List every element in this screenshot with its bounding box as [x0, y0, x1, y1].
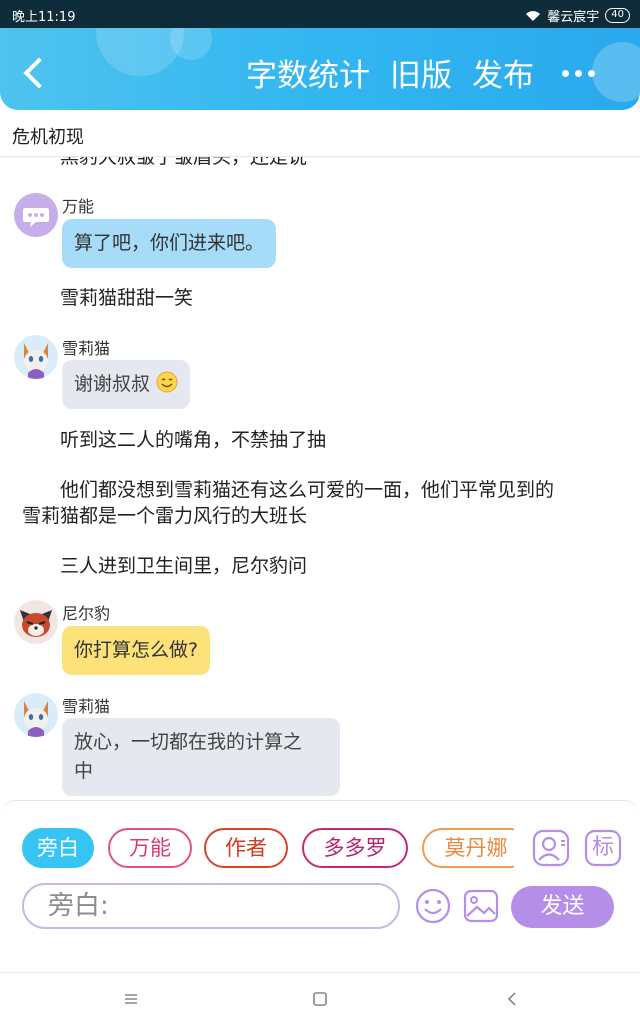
person-icon	[532, 829, 570, 867]
image-button[interactable]	[462, 887, 500, 925]
speaker-name: 雪莉猫	[62, 697, 111, 716]
smile-emoji-icon	[156, 371, 178, 393]
status-time: 晚上11:19	[12, 10, 76, 25]
speech-bubble-icon	[14, 193, 58, 237]
chat-bubble-text: 放心，一切都在我的计算之	[74, 731, 303, 753]
cat-avatar-icon	[14, 335, 58, 379]
speaker-name: 雪莉猫	[62, 339, 111, 358]
tab-wanneng[interactable]: 万能	[108, 828, 192, 868]
status-bar: 晚上11:19 馨云宸宇 40	[0, 0, 640, 28]
tag-label: 标	[591, 835, 614, 860]
tab-author[interactable]: 作者	[204, 828, 288, 868]
header-decoration	[592, 42, 640, 102]
home-icon[interactable]	[308, 987, 332, 1011]
tab-duoduoluo[interactable]: 多多罗	[302, 828, 408, 868]
publish-button[interactable]: 发布	[472, 58, 534, 94]
avatar-xuelimao[interactable]	[14, 335, 58, 379]
back-button[interactable]	[20, 56, 50, 92]
avatar-wanneng[interactable]	[14, 193, 58, 237]
dot-icon	[562, 70, 569, 77]
status-right: 馨云宸宇 40	[525, 6, 630, 25]
top-app-bar: 字数统计 旧版 发布	[0, 28, 640, 110]
tab-modanna[interactable]: 莫丹娜	[422, 828, 514, 868]
cat-avatar-icon	[14, 693, 58, 737]
chapter-title: 危机初现	[12, 127, 84, 148]
chat-bubble[interactable]: 放心，一切都在我的计算之 中	[62, 718, 340, 796]
emoji-button[interactable]	[414, 887, 452, 925]
message-input[interactable]	[22, 883, 400, 929]
dot-icon	[575, 70, 582, 77]
narration-line: 他们都没想到雪莉猫还有这么可爱的一面，他们平常见到的	[60, 479, 555, 501]
leopard-avatar-icon	[14, 600, 58, 644]
battery-icon: 40	[605, 8, 630, 23]
narration-line: 三人进到卫生间里，尼尔豹问	[60, 555, 308, 577]
avatar-nierbao[interactable]	[14, 600, 58, 644]
send-button[interactable]: 发送	[511, 886, 614, 928]
speaker-name: 尼尔豹	[62, 604, 111, 623]
story-content[interactable]: 黑豹大叔皱了皱眉头，还是说 万能 算了吧，你们进来吧。 雪莉猫甜甜一笑 雪莉猫 …	[0, 157, 640, 799]
chat-bubble[interactable]: 你打算怎么做?	[62, 626, 211, 675]
narration-line: 雪莉猫都是一个雷力风行的大班长	[22, 505, 308, 527]
back-icon[interactable]	[500, 987, 524, 1011]
tab-narration[interactable]: 旁白	[22, 828, 94, 868]
more-options-button[interactable]	[562, 70, 595, 77]
tag-button[interactable]: 标	[584, 829, 622, 867]
wifi-icon	[526, 10, 541, 21]
system-navigation-bar	[0, 972, 640, 1024]
menu-icon[interactable]	[119, 987, 143, 1011]
image-icon	[463, 889, 499, 923]
word-count-button[interactable]: 字数统计	[246, 58, 370, 94]
speaker-name: 万能	[62, 197, 95, 216]
chat-bubble-text: 谢谢叔叔	[74, 373, 151, 395]
narration-line: 听到这二人的嘴角，不禁抽了抽	[60, 429, 327, 451]
old-version-button[interactable]: 旧版	[390, 58, 452, 94]
emoji-icon	[415, 888, 451, 924]
avatar-xuelimao[interactable]	[14, 693, 58, 737]
dot-icon	[588, 70, 595, 77]
composer-panel: 旁白 万能 作者 多多罗 莫丹娜 标 发送	[0, 800, 640, 930]
narration-line: 黑豹大叔皱了皱眉头，还是说	[60, 157, 308, 168]
narration-line: 雪莉猫甜甜一笑	[60, 287, 194, 309]
character-manage-button[interactable]	[532, 829, 570, 867]
chat-bubble[interactable]: 算了吧，你们进来吧。	[62, 219, 277, 268]
chat-bubble[interactable]: 谢谢叔叔	[62, 360, 191, 409]
carrier-name: 馨云宸宇	[547, 10, 600, 25]
character-tabs[interactable]: 旁白 万能 作者 多多罗 莫丹娜	[22, 827, 514, 871]
chat-bubble-text: 中	[74, 760, 94, 782]
